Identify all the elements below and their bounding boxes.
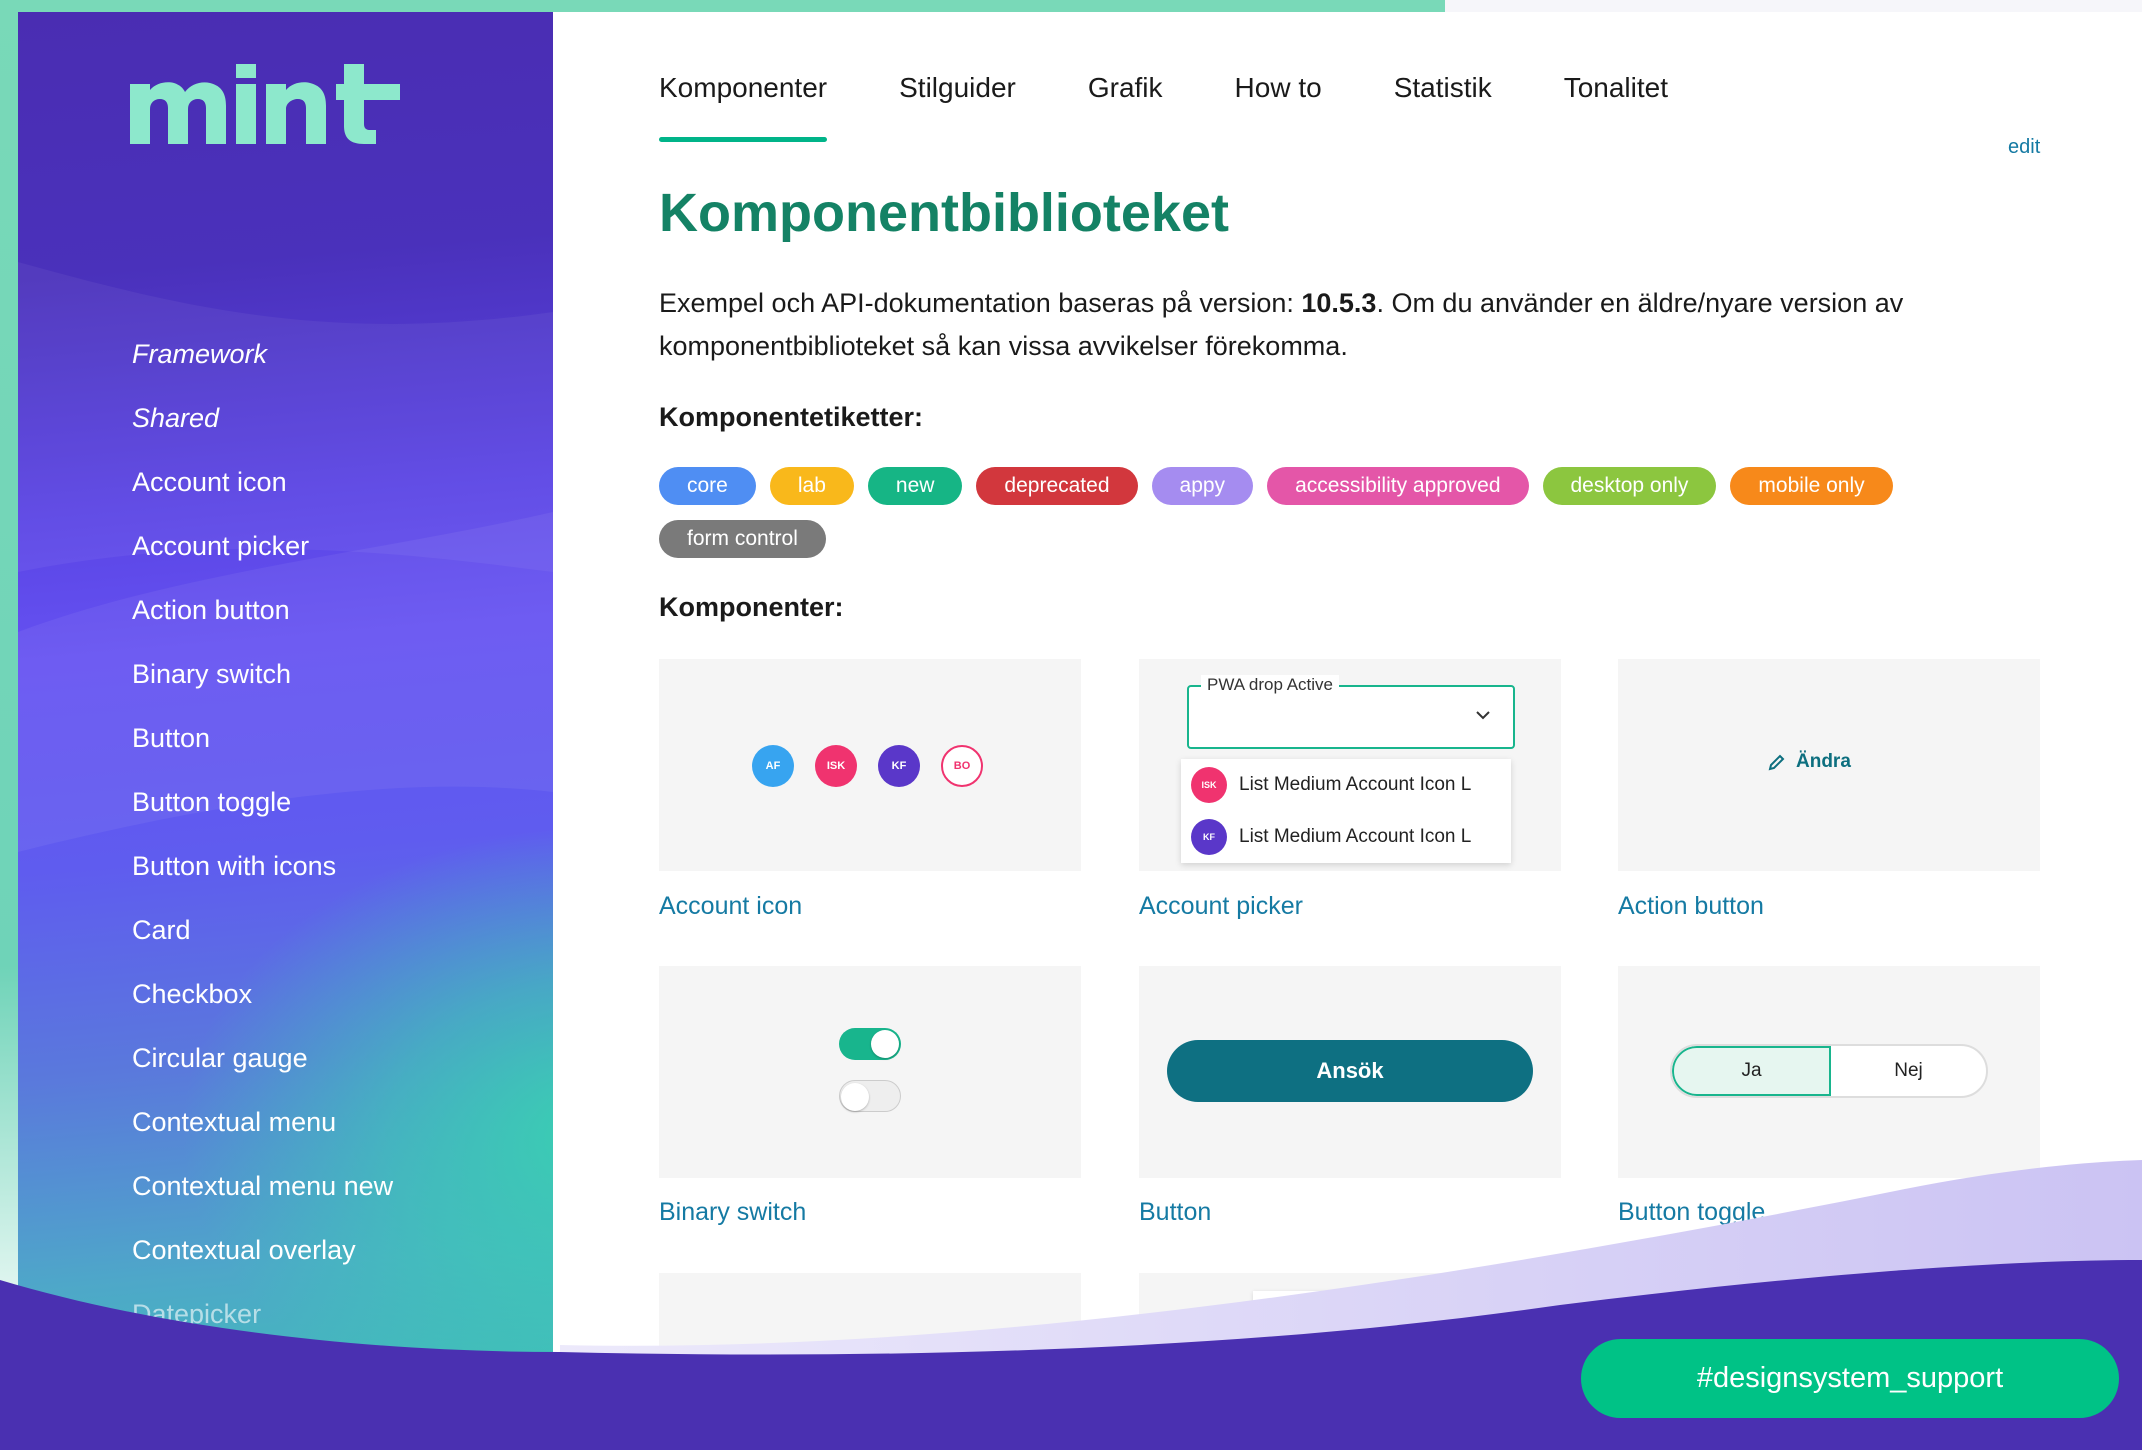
picker-item-text: List Medium Account Icon L <box>1239 826 1472 847</box>
card-action-button[interactable]: Ändra <box>1618 659 2040 871</box>
chip-new[interactable]: new <box>867 467 963 505</box>
toggle-option-no: Nej <box>1894 1060 1923 1081</box>
toggle-option-yes: Ja <box>1672 1046 1831 1096</box>
card-row3-2[interactable] <box>1139 1273 1561 1450</box>
tab-tonalitet[interactable]: Tonalitet <box>1564 72 1668 138</box>
sidebar-item-contextual-menu-new[interactable]: Contextual menu new <box>132 1154 393 1218</box>
card-preview-thumbnail <box>1253 1291 1447 1411</box>
card-label-account-picker[interactable]: Account picker <box>1139 892 1303 921</box>
top-right-backdrop <box>1445 0 2142 12</box>
chip-accessibility-approved[interactable]: accessibility approved <box>1267 467 1529 505</box>
account-avatar: AF <box>752 745 794 787</box>
picker-list-item[interactable]: KF List Medium Account Icon L <box>1181 811 1511 863</box>
card-account-picker[interactable]: PWA drop Active ISK List Medium Account I… <box>1139 659 1561 871</box>
chip-desktop-only[interactable]: desktop only <box>1542 467 1717 505</box>
demo-switch-off <box>839 1080 901 1112</box>
card-label-button-toggle[interactable]: Button toggle <box>1618 1198 1765 1227</box>
sidebar: mint FrameworkSharedAccount iconAccount … <box>18 12 553 1450</box>
page-title: Komponentbiblioteket <box>659 183 1229 243</box>
sidebar-item-circular-gauge[interactable]: Circular gauge <box>132 1026 393 1090</box>
chevron-down-icon <box>1476 711 1490 720</box>
tab-komponenter[interactable]: Komponenter <box>659 72 828 142</box>
picker-dropdown-list: ISK List Medium Account Icon L KF List Medi… <box>1181 759 1511 863</box>
account-avatars: AF ISK KF BO <box>752 745 983 787</box>
sidebar-item-checkbox[interactable]: Checkbox <box>132 962 393 1026</box>
demo-primary-button: Ansök <box>1167 1040 1533 1102</box>
sidebar-nav: Framework Shared Account icon Account picke… <box>132 322 393 1346</box>
sidebar-item-contextual-overlay[interactable]: Contextual overlay <box>132 1218 393 1282</box>
chip-lab[interactable]: lab <box>769 467 854 505</box>
card-label-button[interactable]: Button <box>1139 1198 1211 1227</box>
intro-text: Exempel och API-dokumentation baseras på… <box>659 282 2059 368</box>
chip-mobile-only[interactable]: mobile only <box>1730 467 1893 505</box>
sidebar-item-framework[interactable]: Framework <box>132 322 393 386</box>
tab-stilguider[interactable]: Stilguider <box>899 72 1016 138</box>
chip-deprecated[interactable]: deprecated <box>976 467 1138 505</box>
tab-grafik[interactable]: Grafik <box>1088 72 1163 138</box>
demo-button-toggle: Ja Nej <box>1670 1044 1988 1098</box>
picker-field-label: PWA drop Active <box>1201 675 1339 695</box>
sidebar-item-contextual-menu[interactable]: Contextual menu <box>132 1090 393 1154</box>
switch-knob <box>841 1083 869 1111</box>
pencil-icon <box>1768 754 1785 771</box>
sidebar-item-binary-switch[interactable]: Binary switch <box>132 642 393 706</box>
support-button[interactable]: #designsystem_support <box>1581 1339 2119 1418</box>
chip-core[interactable]: core <box>659 467 756 505</box>
account-avatar: KF <box>878 745 920 787</box>
mint-logo[interactable]: mint <box>130 64 400 154</box>
picker-item-text: List Medium Account Icon L <box>1239 774 1472 795</box>
chip-appy[interactable]: appy <box>1151 467 1254 505</box>
tab-statistik[interactable]: Statistik <box>1394 72 1492 138</box>
label-chips: core lab new deprecated appy accessibility ap… <box>659 467 2039 558</box>
picker-field: PWA drop Active <box>1187 675 1515 749</box>
demo-action-text: Ändra <box>1796 751 1851 772</box>
card-button[interactable]: Ansök <box>1139 966 1561 1178</box>
tab-how-to[interactable]: How to <box>1235 72 1322 138</box>
account-avatar: BO <box>941 745 983 787</box>
demo-action-button: Ändra <box>1768 751 1851 773</box>
components-heading: Komponenter: <box>659 592 844 622</box>
switch-knob <box>871 1030 899 1058</box>
sidebar-item-action-button[interactable]: Action button <box>132 578 393 642</box>
account-avatar: ISK <box>815 745 857 787</box>
sidebar-item-button-toggle[interactable]: Button toggle <box>132 770 393 834</box>
left-accent-bar <box>0 0 18 1380</box>
sidebar-item-account-icon[interactable]: Account icon <box>132 450 393 514</box>
sidebar-item-account-picker[interactable]: Account picker <box>132 514 393 578</box>
edit-link[interactable]: edit <box>2008 136 2040 159</box>
card-label-account-icon[interactable]: Account icon <box>659 892 802 921</box>
card-account-icon[interactable]: AF ISK KF BO <box>659 659 1081 871</box>
labels-heading: Komponentetiketter: <box>659 402 924 432</box>
card-button-toggle[interactable]: Ja Nej <box>1618 966 2040 1178</box>
demo-switch-on <box>839 1028 901 1060</box>
account-avatar: KF <box>1191 819 1227 855</box>
card-binary-switch[interactable] <box>659 966 1081 1178</box>
sidebar-item-button-with-icons[interactable]: Button with icons <box>132 834 393 898</box>
card-label-action-button[interactable]: Action button <box>1618 892 1764 921</box>
main-content: Komponenter Stilguider Grafik How to Statist… <box>553 12 2142 1450</box>
card-row3-1[interactable] <box>659 1273 1081 1450</box>
picker-list-item[interactable]: ISK List Medium Account Icon L <box>1181 759 1511 811</box>
top-tabs: Komponenter Stilguider Grafik How to Statist… <box>659 72 1740 142</box>
account-avatar: ISK <box>1191 767 1227 803</box>
sidebar-item-button[interactable]: Button <box>132 706 393 770</box>
top-accent-bar <box>0 0 1445 12</box>
sidebar-item-card[interactable]: Card <box>132 898 393 962</box>
version-number: 10.5.3 <box>1301 288 1377 318</box>
sidebar-item-datepicker[interactable]: Datepicker <box>132 1282 393 1346</box>
card-label-binary-switch[interactable]: Binary switch <box>659 1198 806 1227</box>
intro-before: Exempel och API-dokumentation baseras på… <box>659 288 1302 318</box>
sidebar-item-shared[interactable]: Shared <box>132 386 393 450</box>
chip-form-control[interactable]: form control <box>659 520 826 558</box>
